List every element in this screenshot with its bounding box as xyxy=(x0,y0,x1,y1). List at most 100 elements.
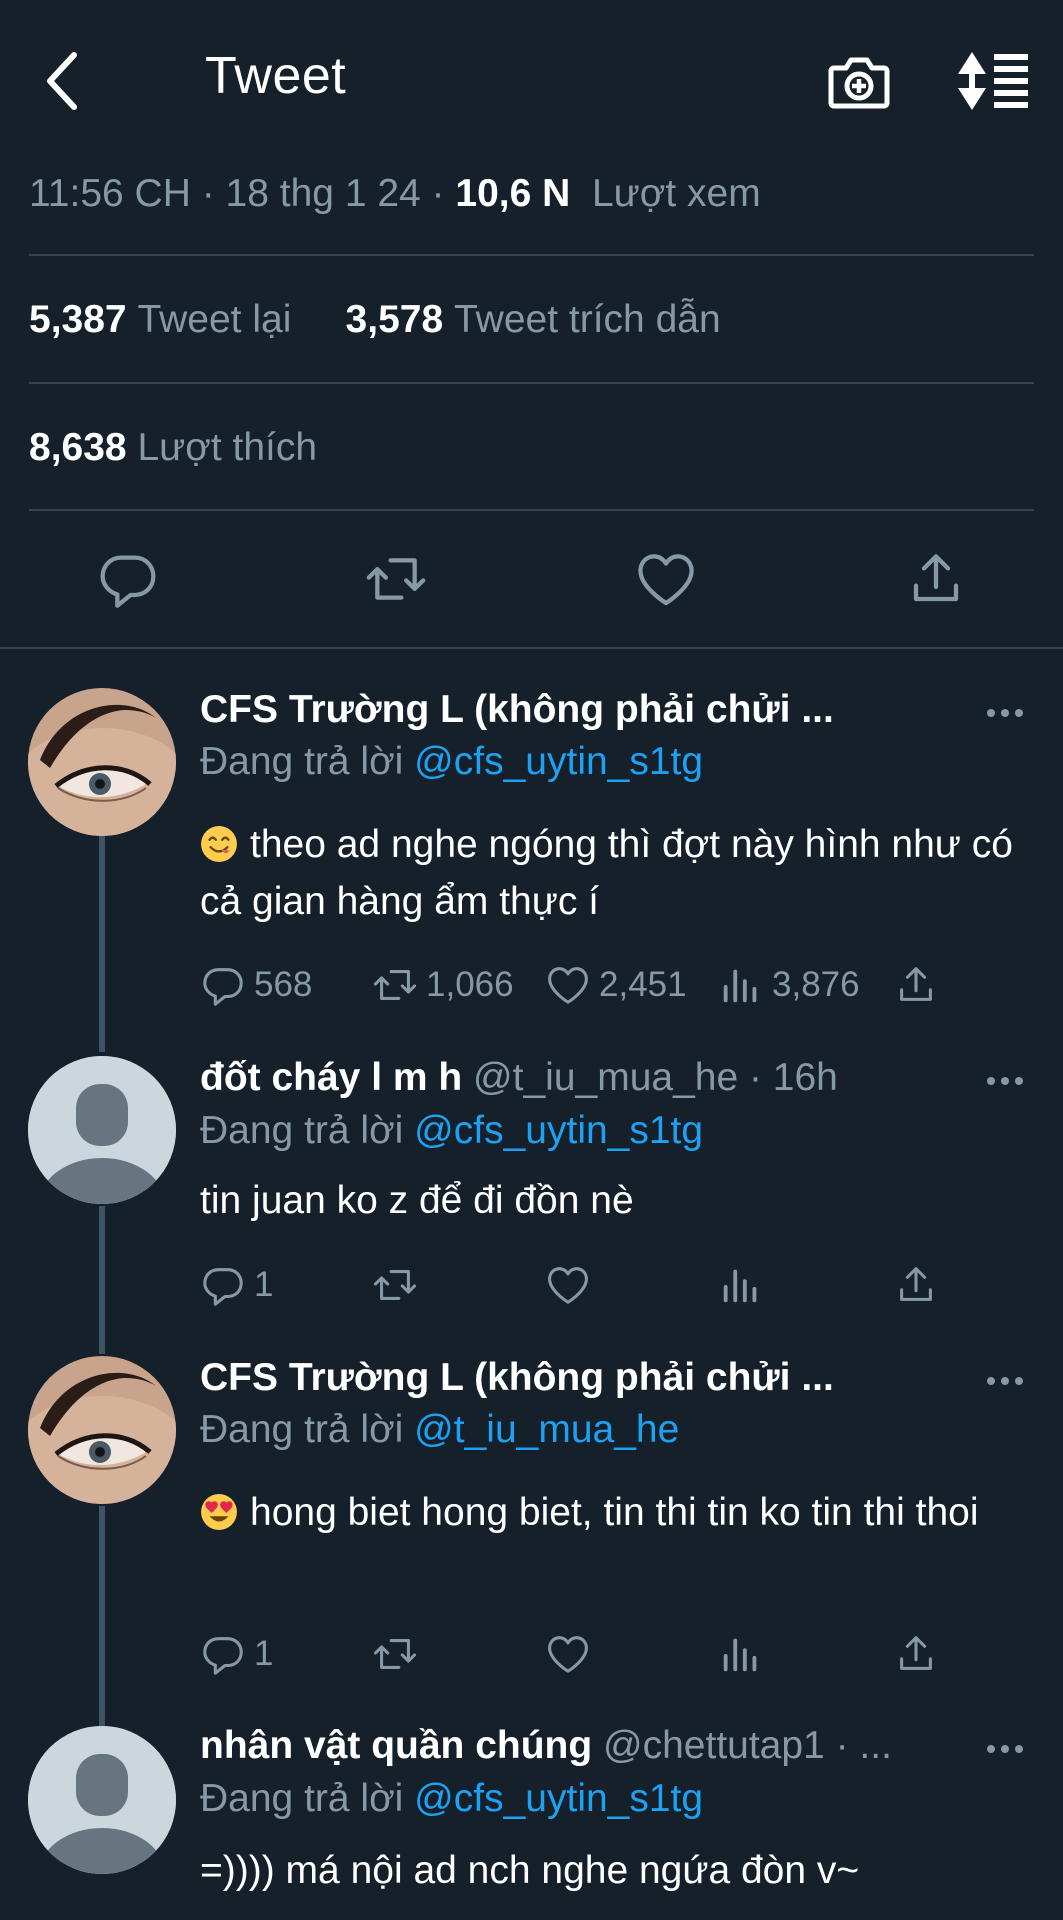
replying-to: Đang trả lời @t_iu_mua_he xyxy=(200,1408,679,1452)
eye-avatar-image xyxy=(28,688,176,836)
quotes-label: Tweet trích dẫn xyxy=(454,298,721,341)
retweet-action[interactable]: 1,066 xyxy=(372,960,514,1010)
like-count: 2,451 xyxy=(599,965,687,1004)
divider xyxy=(29,254,1034,256)
thread-line xyxy=(99,1506,105,1730)
share-action[interactable] xyxy=(893,1629,947,1679)
reply-icon xyxy=(203,1637,243,1675)
retweet-icon xyxy=(373,1639,417,1669)
views-label: Lượt xem xyxy=(591,172,761,215)
retweets-link[interactable]: 5,387 Tweet lại xyxy=(29,298,291,341)
user-handle: @chettutap1 · ... xyxy=(603,1724,892,1767)
mention-link[interactable]: @t_iu_mua_he xyxy=(414,1408,679,1451)
avatar[interactable] xyxy=(28,688,176,836)
share-button[interactable] xyxy=(904,547,968,611)
thread-line xyxy=(99,836,105,1052)
share-action[interactable] xyxy=(893,1260,947,1310)
display-name[interactable]: đốt cháy l m h xyxy=(200,1056,462,1099)
share-icon xyxy=(900,1267,932,1301)
more-options-icon[interactable] xyxy=(985,1371,1025,1391)
reply-icon xyxy=(100,555,156,608)
heart-icon xyxy=(638,554,694,606)
tweet-date: 18 thg 1 24 xyxy=(225,172,421,215)
reply-count: 1 xyxy=(254,1265,274,1304)
likes-link[interactable]: 8,638 Lượt thích xyxy=(29,426,317,470)
avatar[interactable] xyxy=(28,1726,176,1874)
tweet-text: theo ad nghe ngóng thì đợt này hình như … xyxy=(200,816,1030,930)
reply-header: CFS Trường L (không phải chửi ... xyxy=(200,688,834,732)
sort-button[interactable] xyxy=(956,48,1032,114)
retweet-action[interactable] xyxy=(372,1260,426,1310)
mention-link[interactable]: @cfs_uytin_s1tg xyxy=(414,1109,703,1152)
views-action[interactable] xyxy=(718,1629,772,1679)
retweet-count: 1,066 xyxy=(426,965,514,1004)
share-icon xyxy=(900,1636,932,1670)
heart-eyes-emoji xyxy=(201,1494,237,1530)
mention-link[interactable]: @cfs_uytin_s1tg xyxy=(414,740,703,783)
back-button[interactable] xyxy=(38,48,86,114)
reply-prefix: Đang trả lời xyxy=(200,1109,404,1152)
reply-prefix: Đang trả lời xyxy=(200,1777,404,1820)
more-options-icon[interactable] xyxy=(985,703,1025,723)
tweet-body: theo ad nghe ngóng thì đợt này hình như … xyxy=(200,823,1013,923)
views-action[interactable] xyxy=(718,1260,772,1310)
display-name[interactable]: nhân vật quần chúng xyxy=(200,1724,592,1767)
replying-to: Đang trả lời @cfs_uytin_s1tg xyxy=(200,1109,703,1153)
likes-label: Lượt thích xyxy=(137,426,318,469)
default-avatar-icon xyxy=(28,1726,176,1874)
view-count: 3,876 xyxy=(772,965,860,1004)
retweet-icon xyxy=(373,970,417,1000)
quotes-link[interactable]: 3,578 Tweet trích dẫn xyxy=(346,298,721,341)
like-action[interactable] xyxy=(545,1629,599,1679)
top-bar: Tweet xyxy=(0,0,1063,160)
analytics-icon xyxy=(723,1638,757,1672)
replying-to: Đang trả lời @cfs_uytin_s1tg xyxy=(200,740,703,784)
quotes-count: 3,578 xyxy=(345,298,444,341)
reply-icon xyxy=(203,968,243,1006)
display-name[interactable]: CFS Trường L (không phải chửi ... xyxy=(200,1356,834,1399)
display-name[interactable]: CFS Trường L (không phải chửi ... xyxy=(200,688,834,731)
divider xyxy=(29,382,1034,384)
tweet-body: =)))) má nội ad nch nghe ngứa đòn v~ xyxy=(200,1849,860,1892)
eye-avatar-image xyxy=(28,1356,176,1504)
heart-icon xyxy=(548,967,588,1004)
reply-button[interactable] xyxy=(96,547,160,611)
reply-action[interactable]: 1 xyxy=(200,1260,273,1310)
tweet-body: hong biet hong biet, tin thi tin ko tin … xyxy=(250,1491,979,1534)
heart-icon xyxy=(548,1267,588,1304)
reply-prefix: Đang trả lời xyxy=(200,1408,404,1451)
camera-button[interactable] xyxy=(826,48,892,114)
like-action[interactable]: 2,451 xyxy=(545,960,687,1010)
reply-action[interactable]: 568 xyxy=(200,960,312,1010)
share-action[interactable] xyxy=(893,960,947,1010)
mention-link[interactable]: @cfs_uytin_s1tg xyxy=(414,1777,703,1820)
tweet-text: hong biet hong biet, tin thi tin ko tin … xyxy=(200,1484,1030,1541)
retweet-action[interactable] xyxy=(372,1629,426,1679)
share-icon xyxy=(900,967,932,1001)
retweet-button[interactable] xyxy=(364,547,428,611)
tweet-text: tin juan ko z để đi đồn nè xyxy=(200,1172,1030,1229)
likes-count: 8,638 xyxy=(29,426,127,469)
retweet-icon xyxy=(366,558,426,600)
retweet-icon xyxy=(373,1270,417,1300)
heart-icon xyxy=(548,1636,588,1673)
reply-header: nhân vật quần chúng @chettutap1 · ... xyxy=(200,1724,892,1768)
sort-icon xyxy=(958,52,1028,110)
analytics-icon xyxy=(723,969,757,1003)
user-handle: @t_iu_mua_he · 16h xyxy=(473,1056,838,1099)
like-action[interactable] xyxy=(545,1260,599,1310)
reply-action[interactable]: 1 xyxy=(200,1629,273,1679)
tweet-body: tin juan ko z để đi đồn nè xyxy=(200,1179,634,1222)
replying-to: Đang trả lời @cfs_uytin_s1tg xyxy=(200,1777,703,1821)
more-options-icon[interactable] xyxy=(985,1739,1025,1759)
retweets-label: Tweet lại xyxy=(137,298,292,341)
avatar[interactable] xyxy=(28,1056,176,1204)
divider xyxy=(0,647,1063,649)
avatar[interactable] xyxy=(28,1356,176,1504)
like-button[interactable] xyxy=(634,547,698,611)
views-action[interactable]: 3,876 xyxy=(718,960,860,1010)
tweet-time: 11:56 CH xyxy=(29,172,191,215)
more-options-icon[interactable] xyxy=(985,1071,1025,1091)
tweet-text: =)))) má nội ad nch nghe ngứa đòn v~ xyxy=(200,1842,1030,1899)
chevron-left-icon xyxy=(47,52,77,110)
